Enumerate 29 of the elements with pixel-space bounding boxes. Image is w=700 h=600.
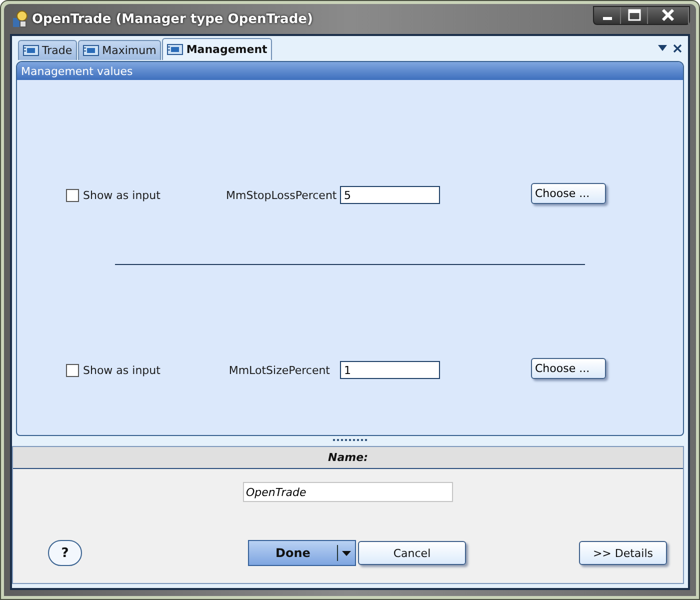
choose-button[interactable]: Choose ...	[531, 358, 606, 378]
window-icon	[167, 44, 184, 55]
name-field[interactable]: OpenTrade	[243, 482, 453, 502]
dropdown-icon[interactable]	[658, 45, 667, 51]
cancel-button[interactable]: Cancel	[358, 541, 466, 565]
splitter-handle[interactable]	[333, 439, 367, 443]
window-icon	[83, 45, 100, 56]
close-icon[interactable]	[673, 44, 682, 52]
help-button[interactable]: ?	[48, 540, 82, 566]
caret-icon[interactable]	[342, 550, 351, 556]
details-button[interactable]: >> Details	[579, 541, 667, 565]
tab[interactable]: Maximum	[78, 40, 162, 60]
app-icon	[12, 10, 28, 28]
window-icon	[23, 45, 39, 56]
done-button[interactable]: Done	[248, 540, 356, 566]
tab[interactable]: Management	[162, 38, 272, 60]
choose-button[interactable]: Choose ...	[531, 182, 606, 204]
parameter-name: MmStopLossPercent	[226, 188, 338, 202]
parameter-value-field[interactable]: 5	[340, 186, 440, 204]
parameter-value-field[interactable]: 1	[340, 361, 440, 379]
panel-header: Management values	[17, 62, 683, 80]
checkbox[interactable]	[66, 364, 79, 376]
tab[interactable]: Trade	[18, 40, 78, 60]
checkbox[interactable]	[66, 188, 79, 202]
window-title: OpenTrade (Manager type OpenTrade)	[32, 12, 314, 26]
parameter-name: MmLotSizePercent	[228, 364, 331, 376]
checkbox-label: Show as input	[83, 364, 160, 376]
name-header: Name:	[13, 447, 683, 469]
checkbox-label: Show as input	[83, 188, 160, 202]
